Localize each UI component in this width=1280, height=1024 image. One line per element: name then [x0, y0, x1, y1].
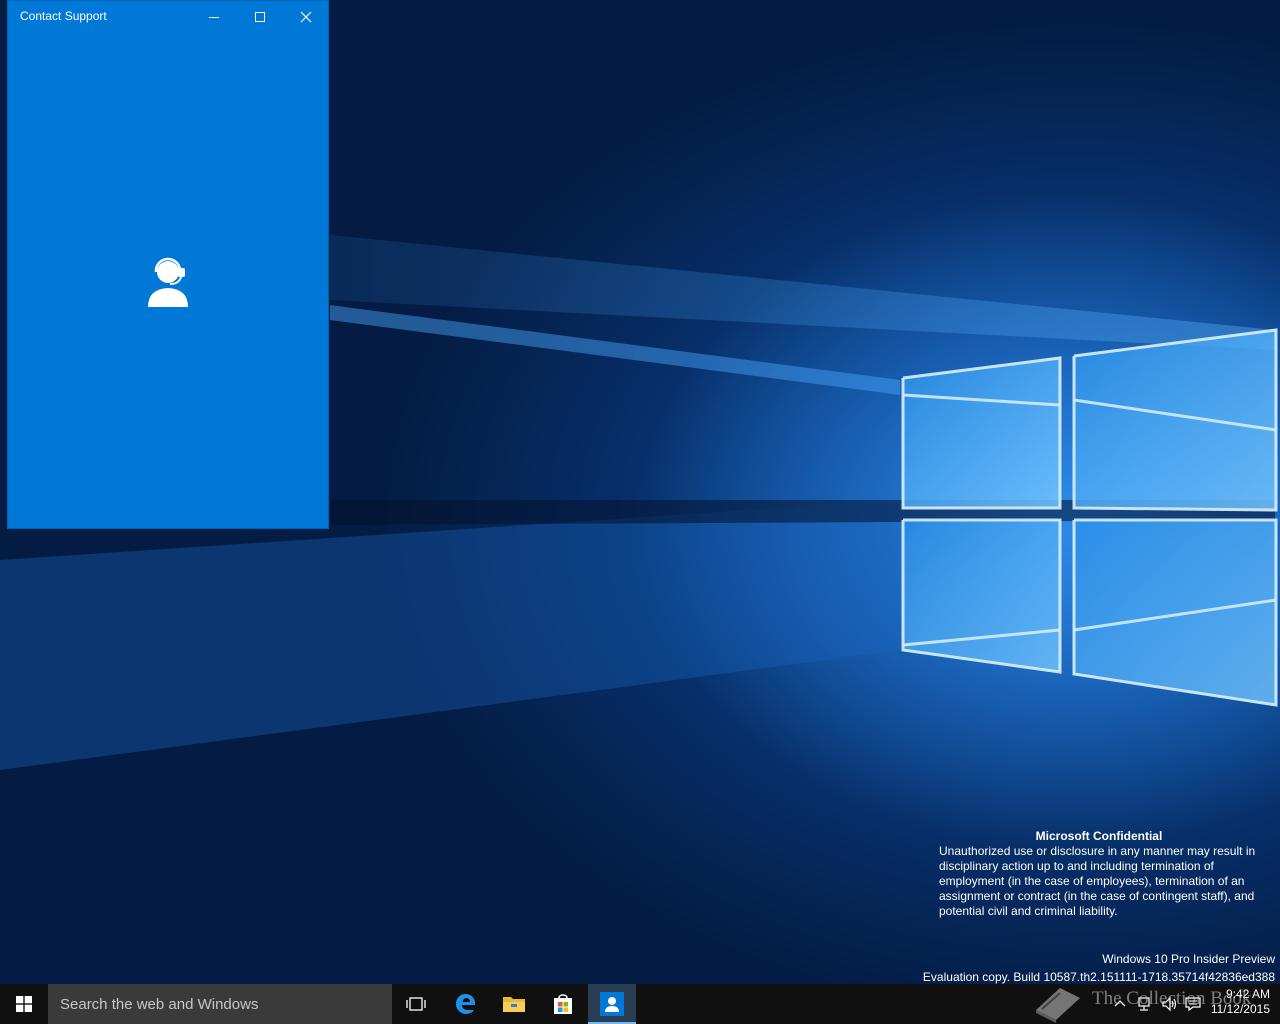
windows-logo-icon: [16, 996, 32, 1012]
confidential-line: disciplinary action up to and including …: [939, 859, 1214, 873]
chevron-up-icon[interactable]: [1113, 996, 1127, 1010]
task-view-icon: [406, 997, 426, 1011]
start-button[interactable]: [0, 984, 48, 1024]
task-view-button[interactable]: [392, 984, 440, 1024]
clock-date: 11/12/2015: [1210, 1002, 1270, 1016]
contact-support-icon: [600, 992, 624, 1016]
store-button[interactable]: [539, 984, 587, 1024]
search-placeholder: Search the web and Windows: [60, 995, 259, 1013]
minimize-button[interactable]: [191, 1, 237, 33]
confidential-line: assignment or contract (in the case of c…: [939, 889, 1255, 903]
build-info: Windows 10 Pro Insider Preview Evaluatio…: [923, 950, 1275, 984]
clock-time: 9:42 AM: [1225, 987, 1270, 1001]
maximize-button[interactable]: [237, 1, 283, 33]
maximize-icon: [255, 12, 265, 22]
taskbar: Search the web and Windows 9:42 AM 11/12…: [0, 984, 1280, 1024]
close-icon: [300, 11, 312, 23]
contact-support-window[interactable]: Contact Support: [7, 0, 329, 529]
build-edition: Windows 10 Pro Insider Preview: [1102, 952, 1275, 966]
contact-support-taskbar-button[interactable]: [588, 984, 636, 1024]
title-bar[interactable]: Contact Support: [8, 1, 328, 33]
window-title: Contact Support: [20, 9, 107, 23]
store-icon: [554, 994, 572, 1014]
support-agent-icon: [148, 257, 188, 307]
desktop: Contact Support Microsoft Confidential U…: [0, 0, 1280, 984]
minimize-icon: [209, 17, 219, 18]
confidential-line: employment (in the case of employees), t…: [939, 874, 1245, 888]
edge-button[interactable]: [442, 984, 490, 1024]
volume-icon[interactable]: [1161, 996, 1179, 1012]
confidential-notice: Microsoft Confidential Unauthorized use …: [939, 829, 1259, 919]
confidential-line: potential civil and criminal liability.: [939, 904, 1118, 918]
clock[interactable]: 9:42 AM 11/12/2015: [1198, 987, 1270, 1017]
search-box[interactable]: Search the web and Windows: [48, 984, 392, 1024]
close-button[interactable]: [283, 1, 329, 33]
network-icon[interactable]: [1137, 996, 1153, 1012]
confidential-line: Unauthorized use or disclosure in any ma…: [939, 844, 1256, 858]
file-explorer-button[interactable]: [490, 984, 538, 1024]
edge-icon: [456, 994, 475, 1014]
build-evaluation: Evaluation copy. Build 10587.th2.151111-…: [922, 970, 1275, 984]
confidential-title: Microsoft Confidential: [1035, 829, 1163, 843]
file-explorer-icon: [503, 997, 525, 1012]
